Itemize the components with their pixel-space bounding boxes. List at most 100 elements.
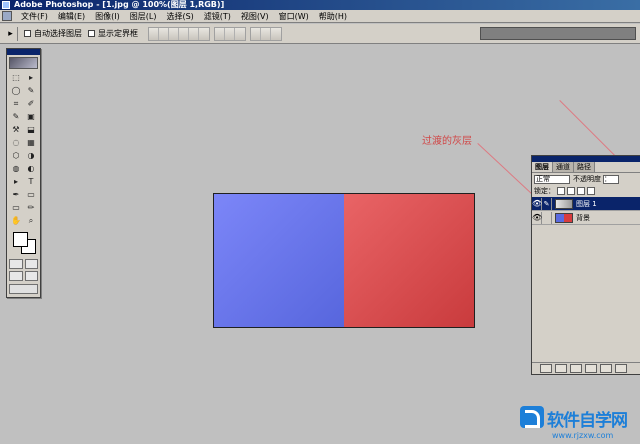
lock-label: 锁定： bbox=[534, 187, 555, 195]
delete-layer-button[interactable] bbox=[615, 364, 627, 373]
toolbox: ⬚ ▸ ◯ ✎ ⌗ ✐ ✎ ▣ ⚒ ⬓ ◌ ▦ ⬡ ◑ ◍ ◐ ▸ T ✒ ▭ ▭ ✏ ✋ ⌕ bbox=[6, 48, 41, 298]
layer-name: 图层 1 bbox=[576, 199, 597, 208]
tool-button-5[interactable]: ✐ bbox=[24, 98, 38, 110]
tool-button-3[interactable]: ✎ bbox=[24, 85, 38, 97]
document-icon[interactable] bbox=[2, 11, 12, 21]
blend-mode-select[interactable]: 正常 bbox=[534, 174, 570, 184]
adjustment-layer-button[interactable] bbox=[585, 364, 597, 373]
layer-row-layer1[interactable]: 👁 ✎ 图层 1 bbox=[532, 197, 640, 211]
background-thumbnail bbox=[555, 212, 573, 223]
tool-button-19[interactable]: ▭ bbox=[24, 189, 38, 201]
eye-icon[interactable]: 👁 bbox=[532, 211, 542, 224]
lock-all-checkbox[interactable] bbox=[587, 187, 595, 195]
auto-select-checkbox[interactable] bbox=[24, 30, 31, 37]
annotation-label: 过渡的灰层 bbox=[422, 136, 472, 147]
distribute-vcenter-button[interactable] bbox=[225, 27, 235, 40]
tool-button-21[interactable]: ✏ bbox=[24, 202, 38, 214]
tool-button-12[interactable]: ⬡ bbox=[9, 150, 23, 162]
auto-select-layer-option[interactable]: 自动选择图层 bbox=[24, 28, 82, 39]
brush-icon[interactable]: ✎ bbox=[542, 197, 552, 210]
align-top-button[interactable] bbox=[149, 27, 159, 40]
foreground-color-swatch[interactable] bbox=[13, 232, 28, 247]
window-title: Adobe Photoshop - [1.jpg @ 100%(图层 1,RGB… bbox=[14, 0, 225, 9]
lock-transparency-checkbox[interactable] bbox=[557, 187, 565, 195]
distribute-bottom-button[interactable] bbox=[235, 27, 245, 40]
tool-button-7[interactable]: ▣ bbox=[24, 111, 38, 123]
tool-button-14[interactable]: ◍ bbox=[9, 163, 23, 175]
menu-file[interactable]: 文件(F) bbox=[16, 11, 53, 22]
lock-position-checkbox[interactable] bbox=[577, 187, 585, 195]
palette-well[interactable] bbox=[480, 27, 636, 40]
align-right-button[interactable] bbox=[199, 27, 209, 40]
blend-opacity-row: 正常 不透明度 ： bbox=[532, 173, 640, 185]
menu-layer[interactable]: 图层(L) bbox=[125, 11, 162, 22]
tool-button-13[interactable]: ◑ bbox=[24, 150, 38, 162]
menu-select[interactable]: 选择(S) bbox=[161, 11, 198, 22]
watermark-logo-icon bbox=[520, 406, 544, 428]
align-vcenter-button[interactable] bbox=[159, 27, 169, 40]
tool-button-11[interactable]: ▦ bbox=[24, 137, 38, 149]
color-swatches bbox=[9, 230, 38, 256]
tool-button-6[interactable]: ✎ bbox=[9, 111, 23, 123]
new-layer-button[interactable] bbox=[600, 364, 612, 373]
tool-button-1[interactable]: ▸ bbox=[24, 72, 38, 84]
watermark-url: www.rjzxw.com bbox=[552, 431, 614, 440]
layer-mask-button[interactable] bbox=[555, 364, 567, 373]
eye-icon[interactable]: 👁 bbox=[532, 197, 542, 210]
align-buttons-group bbox=[148, 26, 210, 41]
photoshop-app-icon bbox=[2, 1, 10, 9]
toolbox-title-bar[interactable] bbox=[7, 49, 40, 55]
tool-button-4[interactable]: ⌗ bbox=[9, 98, 23, 110]
tool-button-15[interactable]: ◐ bbox=[24, 163, 38, 175]
tool-options-bar: ▸ 自动选择图层 显示定界框 bbox=[0, 24, 640, 44]
distribute-right-button[interactable] bbox=[271, 27, 281, 40]
show-bounds-label: 显示定界框 bbox=[98, 29, 138, 38]
link-column[interactable] bbox=[542, 211, 552, 224]
align-left-button[interactable] bbox=[179, 27, 189, 40]
tab-paths[interactable]: 路径 bbox=[574, 162, 595, 172]
tool-button-22[interactable]: ✋ bbox=[9, 215, 23, 227]
tool-button-0[interactable]: ⬚ bbox=[9, 72, 23, 84]
tool-button-23[interactable]: ⌕ bbox=[24, 215, 38, 227]
tool-button-17[interactable]: T bbox=[24, 176, 38, 188]
layer-row-background[interactable]: 👁 背景 bbox=[532, 211, 640, 225]
align-bottom-button[interactable] bbox=[169, 27, 179, 40]
tool-grid: ⬚ ▸ ◯ ✎ ⌗ ✐ ✎ ▣ ⚒ ⬓ ◌ ▦ ⬡ ◑ ◍ ◐ ▸ T ✒ ▭ ▭ ✏ ✋ ⌕ bbox=[7, 71, 40, 228]
distribute-buttons-group-2 bbox=[250, 26, 282, 41]
tool-button-20[interactable]: ▭ bbox=[9, 202, 23, 214]
show-bounds-option[interactable]: 显示定界框 bbox=[88, 28, 138, 39]
menu-help[interactable]: 帮助(H) bbox=[314, 11, 352, 22]
menu-view[interactable]: 视图(V) bbox=[236, 11, 274, 22]
standard-mode-button[interactable] bbox=[9, 259, 23, 269]
menu-image[interactable]: 图像(I) bbox=[90, 11, 125, 22]
tool-button-10[interactable]: ◌ bbox=[9, 137, 23, 149]
jump-to-imageready-button[interactable] bbox=[9, 284, 38, 294]
distribute-top-button[interactable] bbox=[215, 27, 225, 40]
menu-edit[interactable]: 编辑(E) bbox=[53, 11, 90, 22]
tool-button-8[interactable]: ⚒ bbox=[9, 124, 23, 136]
screen-mode-full-button[interactable] bbox=[24, 271, 38, 281]
document-image[interactable] bbox=[213, 193, 475, 328]
lock-image-checkbox[interactable] bbox=[567, 187, 575, 195]
distribute-left-button[interactable] bbox=[251, 27, 261, 40]
distribute-hcenter-button[interactable] bbox=[261, 27, 271, 40]
new-set-button[interactable] bbox=[570, 364, 582, 373]
move-tool-icon[interactable]: ▸ bbox=[4, 26, 18, 41]
screen-mode-standard-button[interactable] bbox=[9, 271, 23, 281]
menu-window[interactable]: 窗口(W) bbox=[274, 11, 314, 22]
menu-filter[interactable]: 滤镜(T) bbox=[199, 11, 236, 22]
tab-layers[interactable]: 图层 bbox=[532, 162, 553, 172]
opacity-field[interactable]: ： bbox=[603, 174, 619, 184]
quickmask-mode-button[interactable] bbox=[24, 259, 38, 269]
watermark-name: 软件自学网 bbox=[547, 411, 628, 431]
layer-style-button[interactable] bbox=[540, 364, 552, 373]
align-hcenter-button[interactable] bbox=[189, 27, 199, 40]
tool-button-9[interactable]: ⬓ bbox=[24, 124, 38, 136]
tool-button-16[interactable]: ▸ bbox=[9, 176, 23, 188]
tab-channels[interactable]: 通道 bbox=[553, 162, 574, 172]
show-bounds-checkbox[interactable] bbox=[88, 30, 95, 37]
window-title-bar: Adobe Photoshop - [1.jpg @ 100%(图层 1,RGB… bbox=[0, 0, 640, 10]
menu-bar: 文件(F) 编辑(E) 图像(I) 图层(L) 选择(S) 滤镜(T) 视图(V… bbox=[0, 10, 640, 23]
tool-button-2[interactable]: ◯ bbox=[9, 85, 23, 97]
tool-button-18[interactable]: ✒ bbox=[9, 189, 23, 201]
